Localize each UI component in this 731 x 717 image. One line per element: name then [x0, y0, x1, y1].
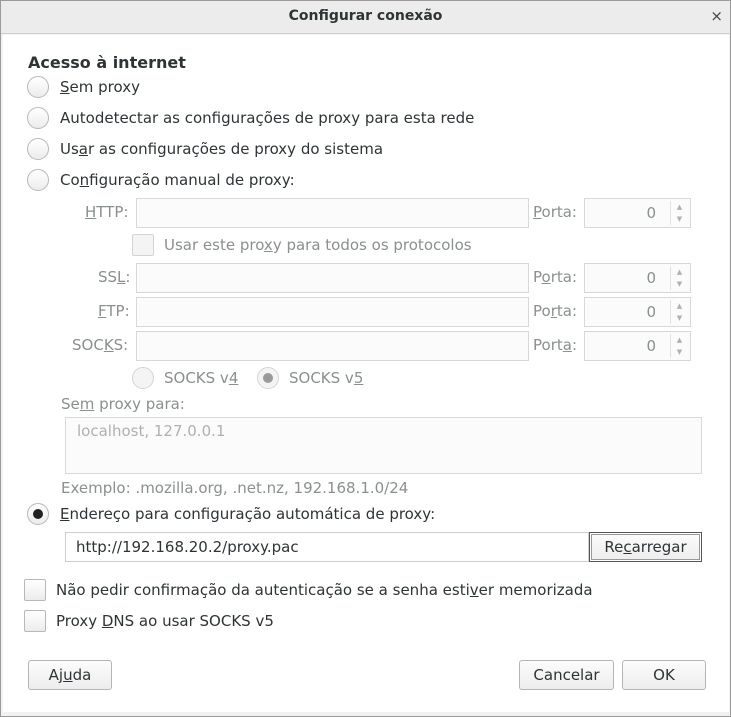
- label-auto-config-url: Endereço para configuração automática de…: [60, 505, 436, 523]
- dialog-title: Configurar conexão: [288, 8, 443, 24]
- label-no-proxy: Sem proxy: [60, 78, 140, 96]
- checkbox-no-auth-prompt[interactable]: [24, 579, 46, 601]
- auto-config-url-input[interactable]: [65, 532, 589, 562]
- close-icon[interactable]: ×: [710, 7, 723, 25]
- radio-manual-proxy[interactable]: [27, 169, 49, 191]
- label-socks-v4: SOCKS v4: [164, 369, 239, 387]
- ssl-port-spinner[interactable]: 0 ▲ ▼: [584, 263, 691, 293]
- spin-up-icon: ▲: [676, 302, 683, 310]
- radio-auto-detect[interactable]: [27, 107, 49, 129]
- socks-port-spinner[interactable]: 0 ▲ ▼: [584, 331, 691, 361]
- reload-button[interactable]: Recarregar: [589, 532, 702, 562]
- section-title: Acesso à internet: [28, 53, 186, 72]
- spin-down-icon: ▼: [676, 314, 683, 322]
- label-no-auth-prompt: Não pedir confirmação da autenticação se…: [56, 581, 593, 599]
- titlebar: Configurar conexão ×: [1, 1, 730, 34]
- spin-up-icon: ▲: [676, 268, 683, 276]
- dialog-content: Acesso à internet Sem proxy Autodetectar…: [3, 35, 729, 712]
- label-proxy-dns: Proxy DNS ao usar SOCKS v5: [56, 612, 274, 630]
- cancel-button[interactable]: Cancelar: [519, 660, 614, 690]
- radio-system-proxy[interactable]: [27, 138, 49, 160]
- label-socks-v5: SOCKS v5: [289, 369, 364, 387]
- label-socks-port: Porta:: [533, 336, 578, 354]
- radio-auto-config-url[interactable]: [27, 503, 49, 525]
- label-http: HTTP:: [85, 203, 129, 221]
- radio-socks-v5[interactable]: [257, 367, 279, 389]
- radio-socks-v4[interactable]: [132, 367, 154, 389]
- spin-up-icon: ▲: [676, 336, 683, 344]
- label-no-proxy-for: Sem proxy para:: [61, 395, 185, 413]
- no-proxy-placeholder: localhost, 127.0.0.1: [77, 422, 226, 440]
- label-ftp-port: Porta:: [533, 302, 578, 320]
- radio-no-proxy[interactable]: [27, 76, 49, 98]
- label-ftp: FTP:: [98, 302, 130, 320]
- http-proxy-input[interactable]: [136, 198, 529, 228]
- checkbox-share-proxy[interactable]: [132, 234, 154, 256]
- label-ssl-port: Porta:: [533, 268, 577, 286]
- ssl-proxy-input[interactable]: [136, 263, 529, 293]
- label-system-proxy: Usar as configurações de proxy do sistem…: [60, 140, 384, 158]
- spin-down-icon: ▼: [676, 348, 683, 356]
- ok-button[interactable]: OK: [622, 660, 706, 690]
- spin-down-icon: ▼: [676, 215, 683, 223]
- connection-settings-dialog: Configurar conexão × Acesso à internet S…: [0, 0, 731, 717]
- no-proxy-textarea[interactable]: localhost, 127.0.0.1: [65, 417, 702, 474]
- label-manual-proxy: Configuração manual de proxy:: [60, 171, 295, 189]
- ftp-proxy-input[interactable]: [136, 297, 529, 327]
- label-auto-detect: Autodetectar as configurações de proxy p…: [60, 109, 475, 127]
- label-http-port: Porta:: [533, 203, 577, 221]
- no-proxy-example: Exemplo: .mozilla.org, .net.nz, 192.168.…: [61, 479, 409, 497]
- help-button[interactable]: Ajuda: [28, 660, 112, 690]
- label-share-proxy: Usar este proxy para todos os protocolos: [164, 236, 472, 254]
- spin-up-icon: ▲: [676, 203, 683, 211]
- http-port-spinner[interactable]: 0 ▲ ▼: [584, 198, 691, 228]
- spin-down-icon: ▼: [676, 280, 683, 288]
- label-ssl: SSL:: [98, 268, 131, 286]
- ftp-port-spinner[interactable]: 0 ▲ ▼: [584, 297, 691, 327]
- label-socks: SOCKS:: [72, 336, 129, 354]
- checkbox-proxy-dns[interactable]: [24, 610, 46, 632]
- socks-proxy-input[interactable]: [136, 331, 529, 361]
